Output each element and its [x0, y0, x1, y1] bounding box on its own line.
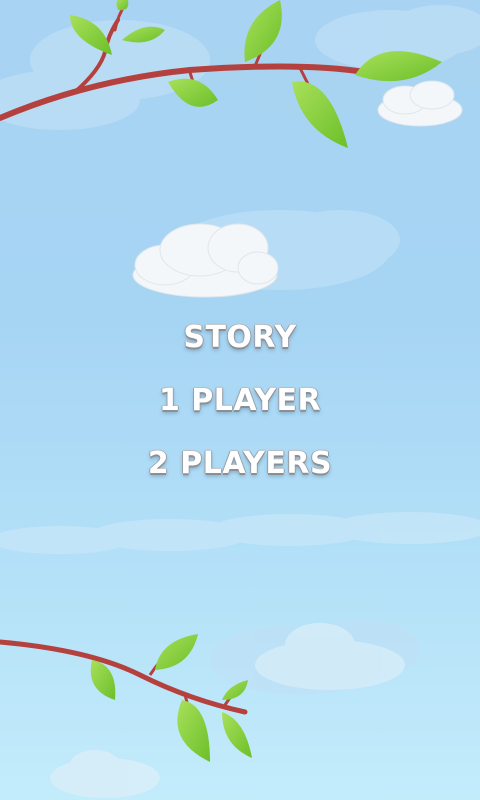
- story-button[interactable]: STORY: [183, 318, 296, 381]
- one-player-button[interactable]: 1 PLAYER: [159, 381, 321, 444]
- cloud-center: [132, 223, 279, 298]
- main-menu: STORY 1 PLAYER 2 PLAYERS: [0, 318, 480, 507]
- bottom-branch: [0, 639, 248, 716]
- two-players-button[interactable]: 2 PLAYERS: [148, 444, 332, 507]
- cloud-bottom-left: [50, 750, 160, 798]
- faint-horizon: [0, 512, 480, 554]
- cloud-top-right: [377, 80, 463, 127]
